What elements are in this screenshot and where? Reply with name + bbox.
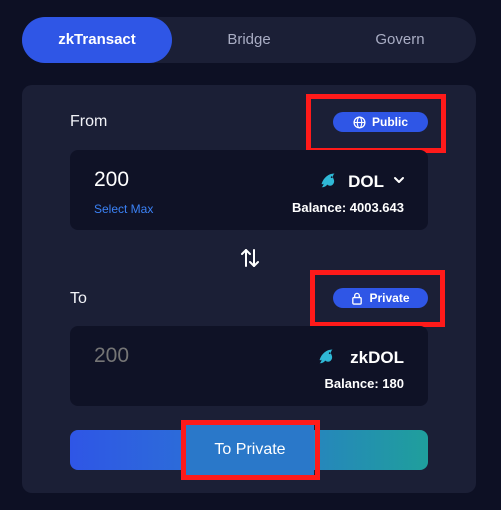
dolphin-token-icon (318, 168, 340, 195)
from-label: From (70, 113, 108, 130)
to-amount-box: zkDOL Balance: 180 (70, 326, 428, 406)
private-mode-badge[interactable]: Private (333, 288, 428, 308)
from-amount-box: Select Max DOL Balance: 4003.643 (70, 150, 428, 230)
tab-zktransact[interactable]: zkTransact (22, 17, 172, 63)
from-token-symbol: DOL (348, 171, 384, 191)
to-label: To (70, 290, 87, 307)
lock-icon (351, 292, 363, 305)
public-mode-badge[interactable]: Public (333, 112, 428, 132)
globe-icon (353, 115, 366, 129)
dolphin-token-icon (316, 344, 338, 371)
to-private-button-label[interactable]: To Private (186, 425, 314, 475)
nav-tabs: zkTransact Bridge Govern (22, 17, 476, 63)
from-amount-input[interactable] (94, 168, 244, 192)
tab-govern[interactable]: Govern (324, 17, 476, 63)
public-badge-label: Public (371, 115, 408, 129)
chevron-down-icon (392, 172, 406, 192)
to-token-display: zkDOL (316, 344, 404, 371)
to-amount-input[interactable] (94, 344, 244, 368)
tab-bridge[interactable]: Bridge (174, 17, 324, 63)
swap-arrows-icon[interactable] (238, 246, 262, 270)
from-balance: Balance: 4003.643 (291, 200, 404, 215)
private-badge-label: Private (369, 291, 410, 305)
to-balance: Balance: 180 (324, 376, 405, 391)
to-token-symbol: zkDOL (350, 347, 404, 367)
from-token-selector[interactable]: DOL (318, 168, 406, 195)
select-max-link[interactable]: Select Max (94, 202, 153, 216)
